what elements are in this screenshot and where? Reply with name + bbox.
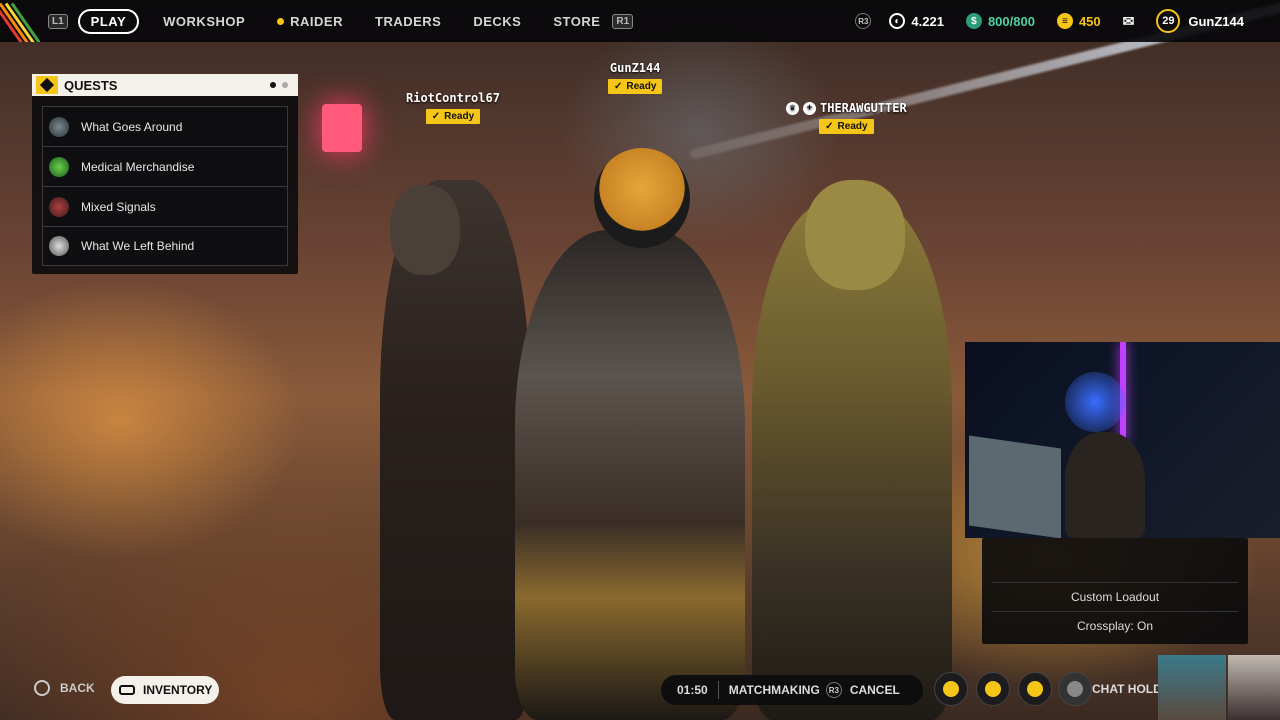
quest-giver-avatar-icon bbox=[49, 156, 69, 177]
matchmaking-bar: 01:50 MATCHMAKING R3 CANCEL bbox=[661, 675, 923, 705]
secondary-webcam-1 bbox=[1158, 655, 1226, 720]
seeds-value: 800/800 bbox=[987, 13, 1035, 29]
top-nav-bar: L1 PLAY WORKSHOP RAIDER TRADERS DECKS ST… bbox=[0, 0, 1280, 42]
r3-button-icon: R3 bbox=[825, 682, 842, 698]
raider-character-2-helmet bbox=[594, 148, 690, 248]
inventory-button[interactable]: INVENTORY bbox=[111, 676, 219, 704]
page-dot bbox=[282, 82, 288, 88]
ready-label: Ready bbox=[837, 121, 868, 132]
raider-character-3-hood bbox=[805, 180, 905, 290]
quest-label: Mixed Signals bbox=[81, 199, 156, 214]
blue-light bbox=[1065, 372, 1125, 432]
quest-item-what-we-left-behind[interactable]: What We Left Behind bbox=[42, 226, 288, 266]
notification-dot-icon bbox=[277, 17, 285, 25]
quest-giver-avatar-icon bbox=[49, 116, 69, 137]
quest-label: What We Left Behind bbox=[81, 239, 195, 253]
squad-slot-icon[interactable] bbox=[934, 672, 968, 706]
inventory-label: INVENTORY bbox=[143, 683, 213, 697]
quest-diamond-icon bbox=[36, 76, 58, 94]
mail-icon[interactable]: ✉ bbox=[1123, 13, 1135, 30]
divider bbox=[717, 681, 719, 699]
main-nav: L1 PLAY WORKSHOP RAIDER TRADERS DECKS ST… bbox=[48, 8, 634, 34]
tokens-value: 450 bbox=[1078, 13, 1101, 29]
tab-workshop[interactable]: WORKSHOP bbox=[163, 14, 245, 29]
quest-label: What Goes Around bbox=[81, 119, 183, 134]
streamer-webcam-overlay bbox=[965, 342, 1280, 538]
ready-badge: ✓ Ready bbox=[425, 109, 481, 124]
ready-badge: ✓ Ready bbox=[819, 119, 874, 134]
quests-panel: QUESTS What Goes Around Medical Merchand… bbox=[32, 74, 298, 274]
back-button[interactable]: BACK bbox=[34, 680, 95, 696]
divider bbox=[992, 611, 1238, 612]
currency-bar: R3 ◐ 4.221 $ 800/800 ≡ 450 ✉ 29 GunZ144 bbox=[855, 8, 1244, 34]
quest-item-what-goes-around[interactable]: What Goes Around bbox=[42, 106, 288, 146]
squad-member-name: GunZ144 bbox=[609, 61, 661, 75]
check-icon: ✓ bbox=[825, 121, 834, 132]
custom-loadout-option[interactable]: Custom Loadout bbox=[992, 590, 1238, 604]
quest-item-mixed-signals[interactable]: Mixed Signals bbox=[42, 186, 288, 226]
quest-label: Medical Merchandise bbox=[81, 159, 195, 174]
quest-giver-avatar-icon bbox=[49, 196, 69, 217]
cancel-matchmaking-button[interactable]: CANCEL bbox=[850, 683, 900, 697]
ready-badge: ✓ Ready bbox=[608, 79, 663, 94]
webcam-person bbox=[1065, 432, 1145, 538]
quest-giver-avatar-icon bbox=[49, 236, 69, 256]
circle-button-icon bbox=[34, 680, 50, 696]
squad-member-2: GunZ144 ✓ Ready bbox=[608, 61, 663, 94]
coin-icon: ◐ bbox=[889, 13, 906, 29]
tokens-display: ≡ 450 bbox=[1056, 13, 1101, 29]
page-dot-active bbox=[270, 82, 276, 88]
divider bbox=[992, 582, 1238, 583]
squad-member-1: RiotControl67 ✓ Ready bbox=[406, 91, 500, 124]
crossplay-toggle[interactable]: Crossplay: On bbox=[992, 619, 1238, 633]
secondary-webcam-2 bbox=[1228, 655, 1280, 720]
squad-member-name-row: ♛ + THERAWGUTTER bbox=[786, 101, 907, 115]
chat-mic-icon[interactable] bbox=[1058, 672, 1092, 706]
tab-play[interactable]: PLAY bbox=[77, 8, 140, 34]
squad-member-3: ♛ + THERAWGUTTER ✓ Ready bbox=[786, 101, 907, 134]
raider-character-2 bbox=[515, 230, 745, 720]
check-icon: ✓ bbox=[614, 81, 623, 92]
raider-character-1-head bbox=[390, 185, 460, 275]
raider-token-icon: ≡ bbox=[1056, 13, 1073, 29]
tab-store[interactable]: STORE bbox=[553, 14, 600, 29]
ready-label: Ready bbox=[444, 111, 475, 122]
check-icon: ✓ bbox=[431, 111, 441, 122]
neon-sign bbox=[322, 104, 362, 152]
rainbow-stripe-icon bbox=[0, 0, 40, 42]
r3-button-icon: R3 bbox=[855, 13, 872, 29]
coins-display: ◐ 4.221 bbox=[889, 13, 944, 29]
tab-decks[interactable]: DECKS bbox=[473, 14, 521, 29]
ready-label: Ready bbox=[626, 81, 657, 92]
squad-slot-icon[interactable] bbox=[1018, 672, 1052, 706]
squad-member-name: THERAWGUTTER bbox=[820, 101, 907, 115]
loadout-panel: Custom Loadout Crossplay: On bbox=[982, 538, 1248, 644]
seeds-display: $ 800/800 bbox=[965, 13, 1035, 29]
webcam-monitor bbox=[969, 435, 1061, 538]
matchmaking-label: MATCHMAKING bbox=[728, 683, 820, 697]
player-level-badge: 29 bbox=[1156, 9, 1181, 33]
tab-traders[interactable]: TRADERS bbox=[375, 14, 441, 29]
quest-item-medical-merchandise[interactable]: Medical Merchandise bbox=[42, 146, 288, 186]
tab-raider-label: RAIDER bbox=[290, 13, 343, 29]
quests-page-indicator bbox=[270, 82, 288, 88]
chat-hold-label[interactable]: CHAT HOLD bbox=[1092, 682, 1162, 696]
tab-raider[interactable]: RAIDER bbox=[277, 14, 343, 29]
quest-list: What Goes Around Medical Merchandise Mix… bbox=[42, 106, 288, 266]
add-friend-icon[interactable]: + bbox=[803, 101, 816, 115]
r1-bumper-icon[interactable]: R1 bbox=[612, 13, 634, 29]
player-name[interactable]: GunZ144 bbox=[1188, 14, 1244, 29]
matchmaking-timer: 01:50 bbox=[677, 683, 708, 697]
quests-header: QUESTS bbox=[32, 74, 298, 96]
l1-bumper-icon[interactable]: L1 bbox=[48, 13, 68, 29]
squad-member-name: RiotControl67 bbox=[406, 91, 500, 105]
coins-value: 4.221 bbox=[911, 13, 944, 29]
seed-icon: $ bbox=[965, 13, 982, 29]
back-label: BACK bbox=[60, 681, 95, 695]
quests-title: QUESTS bbox=[64, 77, 118, 93]
crown-icon: ♛ bbox=[786, 101, 799, 115]
touchpad-icon bbox=[119, 685, 135, 695]
squad-slot-leader-icon[interactable] bbox=[976, 672, 1010, 706]
